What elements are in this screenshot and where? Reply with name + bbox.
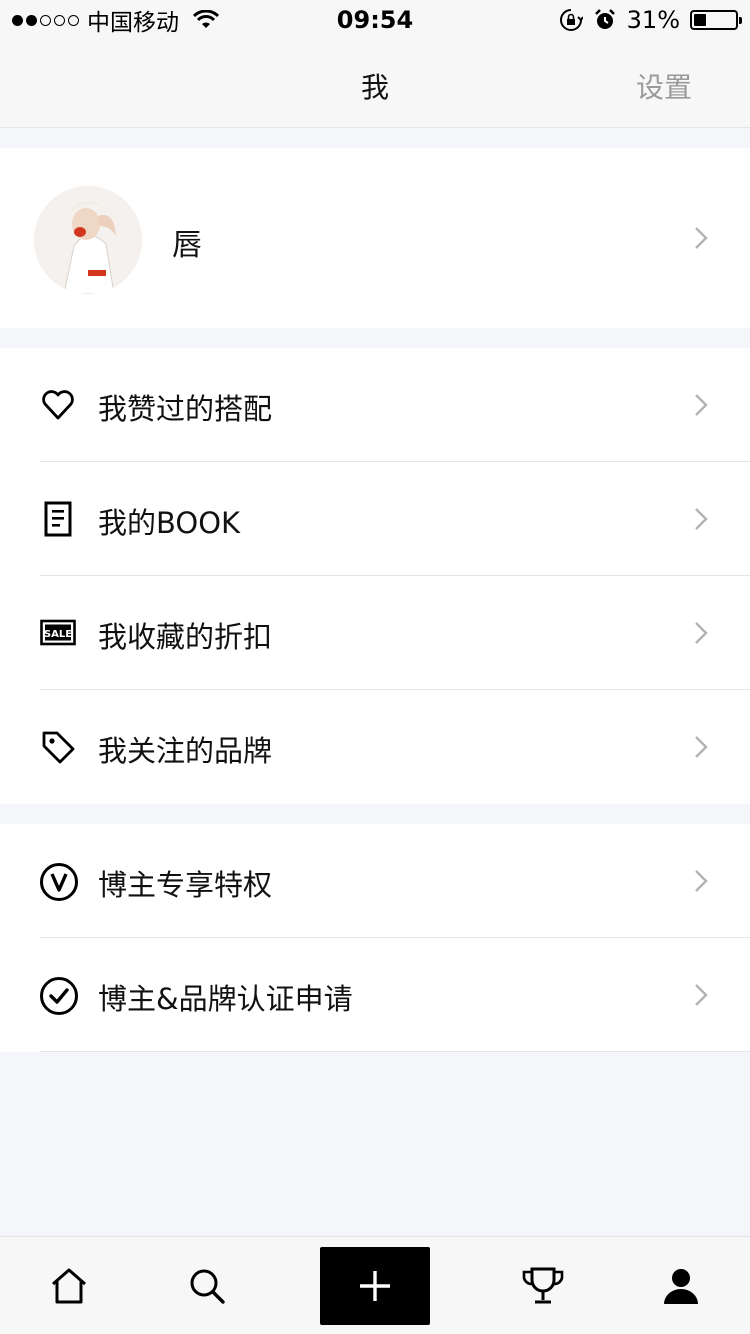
avatar[interactable]	[34, 186, 142, 294]
rotation-lock-icon	[559, 9, 583, 31]
check-circle-icon	[40, 977, 78, 1015]
list-item-liked-outfits[interactable]: 我赞过的搭配	[0, 348, 750, 462]
heart-icon	[42, 390, 74, 420]
chevron-right-icon	[695, 736, 708, 758]
chevron-right-icon	[695, 227, 708, 249]
profile-icon	[664, 1269, 698, 1304]
list-item-label: 我赞过的搭配	[98, 392, 273, 426]
battery-percent: 31%	[626, 6, 680, 34]
svg-text:SALE: SALE	[44, 629, 72, 640]
list-item-saved-discounts[interactable]: SALE 我收藏的折扣	[0, 576, 750, 690]
home-icon	[52, 1268, 86, 1304]
list-item-blogger-privileges[interactable]: 博主专享特权	[0, 824, 750, 938]
chevron-right-icon	[695, 622, 708, 644]
blogger-group: 博主专享特权 博主&品牌认证申请	[0, 824, 750, 1052]
tag-icon	[42, 731, 75, 764]
tab-profile[interactable]	[640, 1237, 722, 1334]
divider	[40, 1051, 750, 1052]
list-item-label: 博主专享特权	[98, 868, 273, 902]
list-item-certification-application[interactable]: 博主&品牌认证申请	[0, 938, 750, 1052]
profile-row[interactable]: 唇	[0, 148, 750, 328]
status-bar: 中国移动 09:54 31%	[0, 0, 750, 40]
settings-button[interactable]: 设置	[636, 66, 692, 106]
battery-fill	[694, 14, 707, 26]
tab-bar	[0, 1236, 750, 1334]
add-button[interactable]	[320, 1247, 430, 1325]
alarm-icon	[594, 9, 615, 29]
avatar-image	[34, 186, 142, 294]
list-item-label: 我收藏的折扣	[98, 620, 273, 654]
status-right: 31%	[559, 0, 742, 40]
profile-name: 唇	[172, 228, 202, 263]
trophy-icon	[522, 1267, 564, 1304]
tab-search[interactable]	[166, 1237, 248, 1334]
chevron-right-icon	[695, 508, 708, 530]
sale-icon: SALE	[40, 619, 76, 646]
chevron-right-icon	[695, 394, 708, 416]
chevron-right-icon	[695, 870, 708, 892]
chevron-right-icon	[695, 984, 708, 1006]
v-badge-icon	[40, 863, 78, 901]
navigation-bar: 我 设置	[0, 40, 750, 128]
list-item-label: 我关注的品牌	[98, 734, 273, 768]
favorites-group: 我赞过的搭配 我的BOOK SALE 我收藏的折扣 我关注的品牌	[0, 348, 750, 804]
add-icon	[360, 1271, 390, 1301]
tab-home[interactable]	[28, 1237, 110, 1334]
tab-ranking[interactable]	[502, 1237, 584, 1334]
book-icon	[44, 501, 72, 537]
search-icon	[190, 1269, 225, 1304]
list-item-label: 博主&品牌认证申请	[98, 982, 353, 1016]
battery-icon	[690, 10, 742, 30]
list-item-label: 我的BOOK	[98, 506, 241, 540]
list-item-my-book[interactable]: 我的BOOK	[0, 462, 750, 576]
list-item-followed-brands[interactable]: 我关注的品牌	[0, 690, 750, 804]
